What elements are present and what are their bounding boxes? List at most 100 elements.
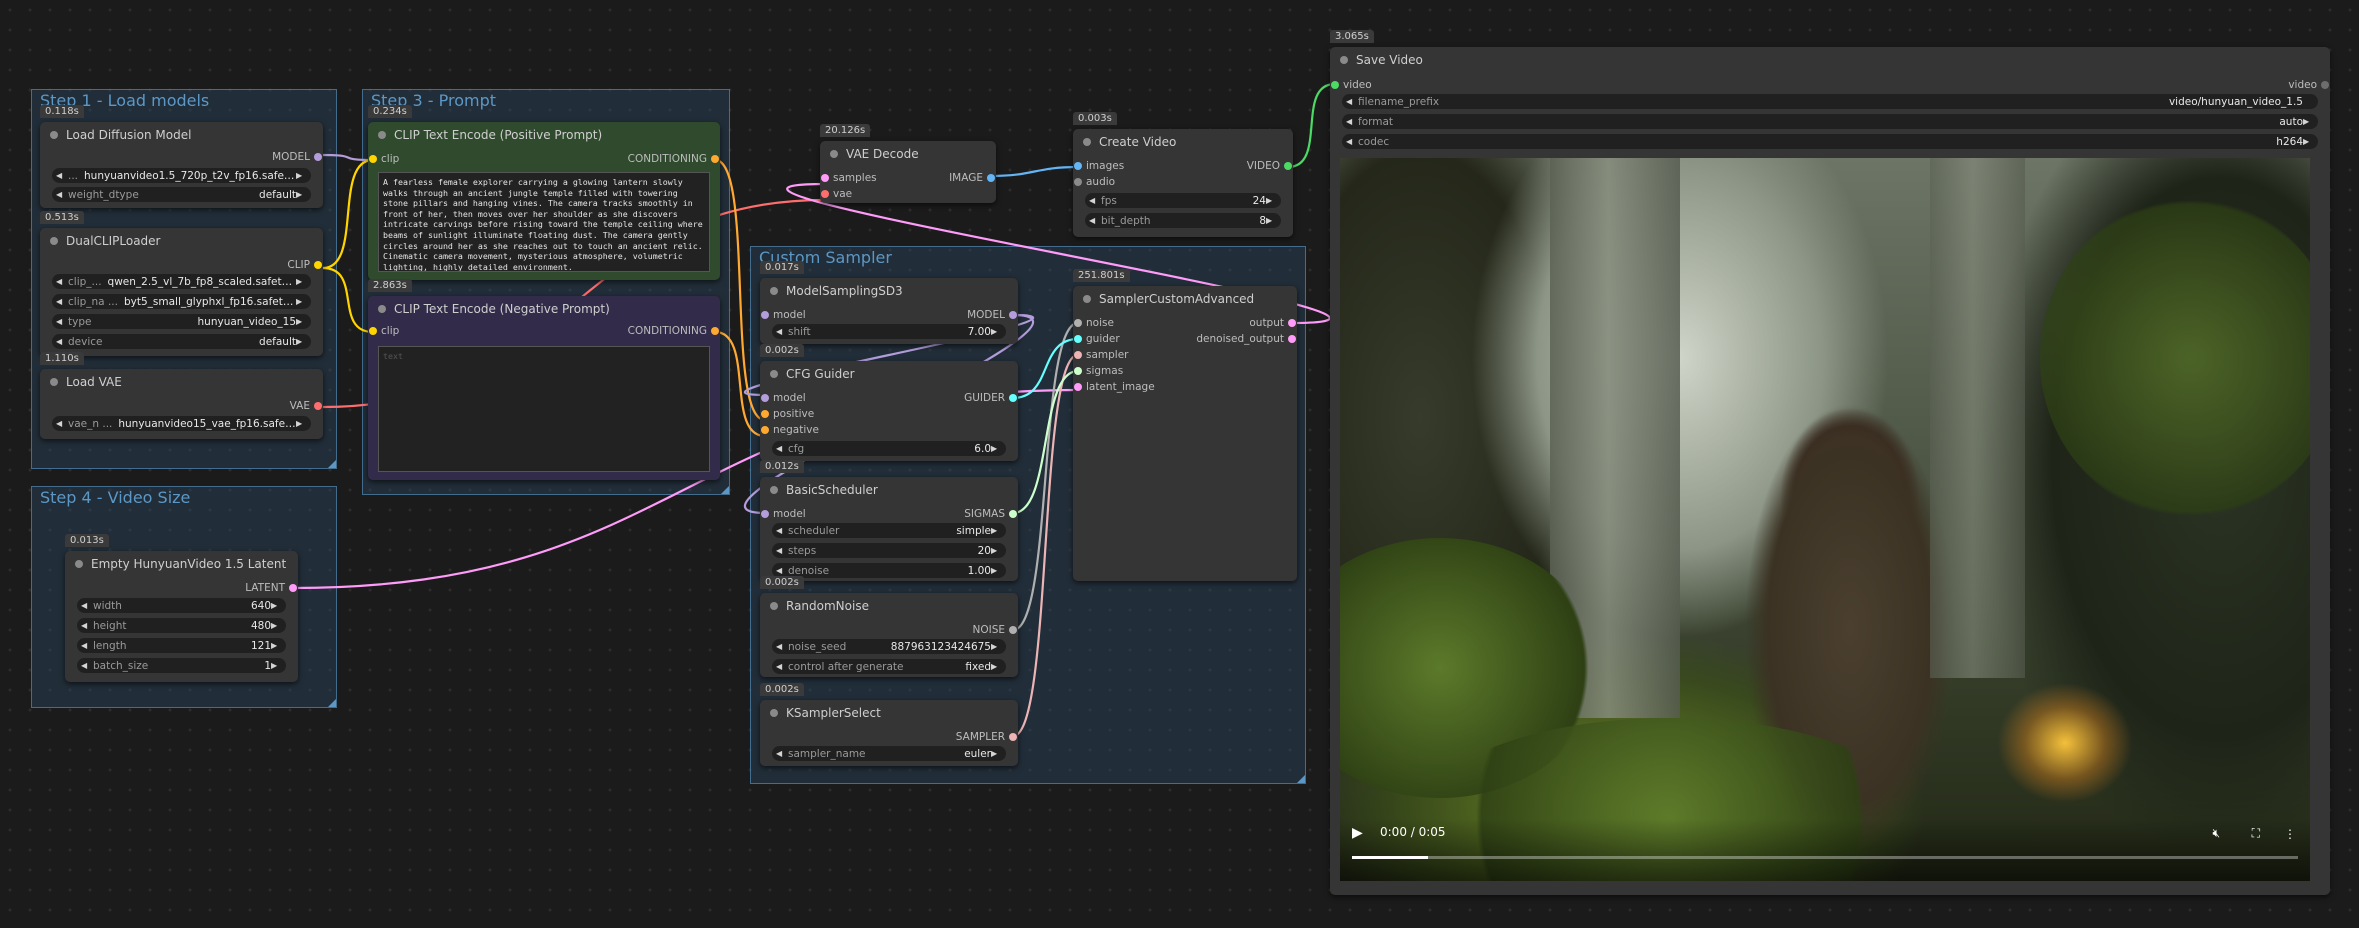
left-arrow-icon[interactable]: ◀ <box>56 317 64 326</box>
input-video[interactable]: video <box>1330 78 1372 92</box>
output-denoised[interactable]: denoised_output <box>1196 332 1297 346</box>
left-arrow-icon[interactable]: ◀ <box>81 621 89 630</box>
left-arrow-icon[interactable]: ◀ <box>56 190 64 199</box>
right-arrow-icon[interactable]: ▶ <box>271 641 279 650</box>
right-arrow-icon[interactable]: ▶ <box>296 277 304 286</box>
slot-dot[interactable] <box>289 584 297 592</box>
node-dual-clip-loader[interactable]: 0.513s DualCLIPLoader CLIP ◀ clip_... qwen… <box>40 211 323 356</box>
slot-dot[interactable] <box>314 261 322 269</box>
slot-dot[interactable] <box>1284 162 1292 170</box>
slot-dot[interactable] <box>1074 367 1082 375</box>
right-arrow-icon[interactable]: ▶ <box>991 642 999 651</box>
output-sigmas[interactable]: SIGMAS <box>964 507 1018 521</box>
node-ksampler-select[interactable]: 0.002s KSamplerSelect SAMPLER ◀ sampler_n… <box>760 683 1018 766</box>
input-model[interactable]: model <box>760 391 806 405</box>
slot-dot[interactable] <box>1074 319 1082 327</box>
shift-number[interactable]: ◀ shift 7.00 ▶ <box>772 324 1006 339</box>
input-negative[interactable]: negative <box>760 423 819 437</box>
right-arrow-icon[interactable]: ▶ <box>296 297 304 306</box>
slot-dot[interactable] <box>1009 626 1017 634</box>
output-video[interactable]: video <box>2288 78 2330 92</box>
slot-dot[interactable] <box>1074 383 1082 391</box>
steps-number[interactable]: ◀ steps 20 ▶ <box>772 543 1006 558</box>
slot-dot[interactable] <box>761 394 769 402</box>
slot-dot[interactable] <box>761 311 769 319</box>
filename-prefix-text[interactable]: ◀ filename_prefix video/hunyuan_video_1.5 <box>1342 94 2318 109</box>
bit-depth-number[interactable]: ◀ bit_depth 8 ▶ <box>1085 213 1281 228</box>
slot-dot[interactable] <box>369 327 377 335</box>
node-save-video[interactable]: 3.065s Save Video video video ◀ filename_… <box>1330 30 2330 895</box>
play-icon[interactable]: ▶ <box>1352 825 1363 841</box>
left-arrow-icon[interactable]: ◀ <box>56 171 64 180</box>
output-clip[interactable]: CLIP <box>287 258 323 272</box>
collapse-dot[interactable] <box>50 237 58 245</box>
right-arrow-icon[interactable]: ▶ <box>991 526 999 535</box>
slot-dot[interactable] <box>987 174 995 182</box>
node-random-noise[interactable]: 0.002s RandomNoise NOISE ◀ noise_seed 8879… <box>760 576 1018 677</box>
collapse-dot[interactable] <box>770 709 778 717</box>
output-latent[interactable]: LATENT <box>245 581 298 595</box>
right-arrow-icon[interactable]: ▶ <box>991 662 999 671</box>
fps-number[interactable]: ◀ fps 24 ▶ <box>1085 193 1281 208</box>
input-positive[interactable]: positive <box>760 407 814 421</box>
resize-handle[interactable] <box>328 699 336 707</box>
slot-dot[interactable] <box>314 153 322 161</box>
collapse-dot[interactable] <box>770 486 778 494</box>
left-arrow-icon[interactable]: ◀ <box>1346 137 1354 146</box>
left-arrow-icon[interactable]: ◀ <box>776 566 784 575</box>
weight-dtype-combo[interactable]: ◀ weight_dtype default ▶ <box>52 187 311 202</box>
right-arrow-icon[interactable]: ▶ <box>991 444 999 453</box>
collapse-dot[interactable] <box>50 131 58 139</box>
resize-handle[interactable] <box>721 486 729 494</box>
slot-dot[interactable] <box>1009 311 1017 319</box>
slot-dot[interactable] <box>1074 335 1082 343</box>
slot-dot[interactable] <box>761 510 769 518</box>
node-empty-hunyuan-latent[interactable]: 0.013s Empty HunyuanVideo 1.5 Latent LAT… <box>65 534 298 682</box>
link-wire[interactable] <box>990 165 1079 178</box>
slot-dot[interactable] <box>1009 733 1017 741</box>
positive-prompt-textarea[interactable]: A fearless female explorer carrying a gl… <box>378 172 710 272</box>
video-progress[interactable] <box>1352 856 2298 859</box>
left-arrow-icon[interactable]: ◀ <box>56 277 64 286</box>
noise-seed-number[interactable]: ◀ noise_seed 887963123424675 ▶ <box>772 639 1006 654</box>
node-load-vae[interactable]: 1.110s Load VAE VAE ◀ vae_n ... hunyuanvid… <box>40 352 323 439</box>
mute-icon[interactable]: 🔇︎ <box>2212 826 2220 841</box>
left-arrow-icon[interactable]: ◀ <box>56 337 64 346</box>
node-basic-scheduler[interactable]: 0.012s BasicScheduler model SIGMAS ◀ sche… <box>760 460 1018 581</box>
node-clip-text-encode-negative[interactable]: 2.863s CLIP Text Encode (Negative Prompt… <box>368 279 720 480</box>
collapse-dot[interactable] <box>50 378 58 386</box>
width-number[interactable]: ◀ width 640 ▶ <box>77 598 286 613</box>
slot-dot[interactable] <box>1074 162 1082 170</box>
right-arrow-icon[interactable]: ▶ <box>2303 117 2311 126</box>
output-output[interactable]: output <box>1249 316 1297 330</box>
input-audio[interactable]: audio <box>1073 175 1115 189</box>
vae-name-combo[interactable]: ◀ vae_n ... hunyuanvideo15_vae_fp16.safete… <box>52 416 311 431</box>
slot-dot[interactable] <box>1009 394 1017 402</box>
device-combo[interactable]: ◀ device default ▶ <box>52 334 311 349</box>
output-model[interactable]: MODEL <box>967 308 1018 322</box>
input-model[interactable]: model <box>760 308 806 322</box>
node-load-diffusion-model[interactable]: 0.118s Load Diffusion Model MODEL ◀... hu… <box>40 105 323 208</box>
right-arrow-icon[interactable]: ▶ <box>2303 137 2311 146</box>
output-image[interactable]: IMAGE <box>949 171 996 185</box>
link-wire[interactable] <box>1287 82 1336 169</box>
right-arrow-icon[interactable]: ▶ <box>296 419 304 428</box>
type-combo[interactable]: ◀ type hunyuan_video_15 ▶ <box>52 314 311 329</box>
left-arrow-icon[interactable]: ◀ <box>776 749 784 758</box>
right-arrow-icon[interactable]: ▶ <box>991 566 999 575</box>
output-conditioning[interactable]: CONDITIONING <box>628 324 720 338</box>
output-guider[interactable]: GUIDER <box>964 391 1018 405</box>
left-arrow-icon[interactable]: ◀ <box>1346 97 1354 106</box>
left-arrow-icon[interactable]: ◀ <box>81 661 89 670</box>
node-model-sampling-sd3[interactable]: 0.017s ModelSamplingSD3 model MODEL ◀ shi… <box>760 261 1018 344</box>
slot-dot[interactable] <box>1074 178 1082 186</box>
left-arrow-icon[interactable]: ◀ <box>81 601 89 610</box>
right-arrow-icon[interactable]: ▶ <box>991 749 999 758</box>
input-guider[interactable]: guider <box>1073 332 1120 346</box>
collapse-dot[interactable] <box>770 602 778 610</box>
input-vae[interactable]: vae <box>820 187 852 201</box>
collapse-dot[interactable] <box>378 305 386 313</box>
slot-dot[interactable] <box>2321 81 2329 89</box>
input-clip[interactable]: clip <box>368 152 399 166</box>
scheduler-combo[interactable]: ◀ scheduler simple ▶ <box>772 523 1006 538</box>
